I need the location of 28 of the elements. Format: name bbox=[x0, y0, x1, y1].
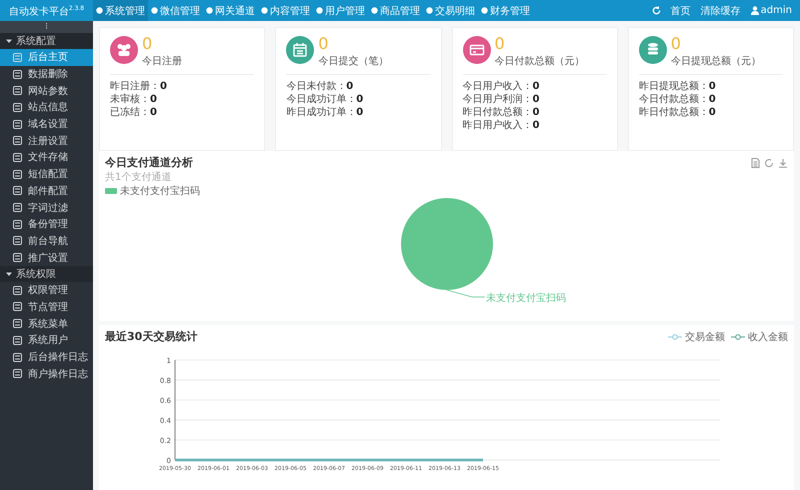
chart-title: 最近30天交易统计 bbox=[105, 329, 198, 344]
stat-line: 今日成功订单：0 bbox=[286, 93, 364, 106]
stat-value: 0 bbox=[670, 36, 682, 52]
stat-label: 今日注册 bbox=[142, 54, 182, 68]
menu-group-title: 系统配置 bbox=[16, 34, 56, 48]
stat-value: 0 bbox=[494, 36, 506, 52]
stat-label: 今日提现总额（元） bbox=[670, 54, 761, 68]
stat-line: 昨日注册：0 bbox=[110, 80, 168, 93]
stat-line: 已冻结：0 bbox=[110, 106, 158, 119]
stat-line: 今日未付款：0 bbox=[286, 80, 354, 93]
stat-value: 0 bbox=[318, 36, 330, 52]
stat-line: 昨日提现总额：0 bbox=[638, 80, 717, 93]
chart-title: 今日支付通道分析 bbox=[105, 155, 193, 170]
chart-subtitle: 共1个支付通道 bbox=[105, 170, 172, 184]
stat-value: 0 bbox=[142, 36, 154, 52]
stat-line: 昨日付款总额：0 bbox=[638, 106, 717, 119]
stat-label: 今日付款总额（元） bbox=[494, 54, 584, 68]
app-logo: 自动发卡平台$^{2.3.8}$ bbox=[8, 4, 86, 20]
stat-line: 昨日付款总额：0 bbox=[462, 106, 540, 119]
stat-line: 今日付款总额：0 bbox=[638, 93, 717, 106]
stat-label: 今日提交（笔） bbox=[318, 54, 388, 68]
menu-group-title: 系统权限 bbox=[16, 268, 56, 281]
stat-line: 昨日成功订单：0 bbox=[286, 106, 364, 119]
stat-line: 未审核：0 bbox=[110, 93, 158, 106]
stat-line: 今日用户收入：0 bbox=[462, 80, 540, 93]
stat-line: 今日用户利润：0 bbox=[462, 93, 540, 106]
pie-label: 未支付支付宝扫码 bbox=[486, 292, 566, 305]
stat-line: 昨日用户收入：0 bbox=[462, 119, 540, 132]
